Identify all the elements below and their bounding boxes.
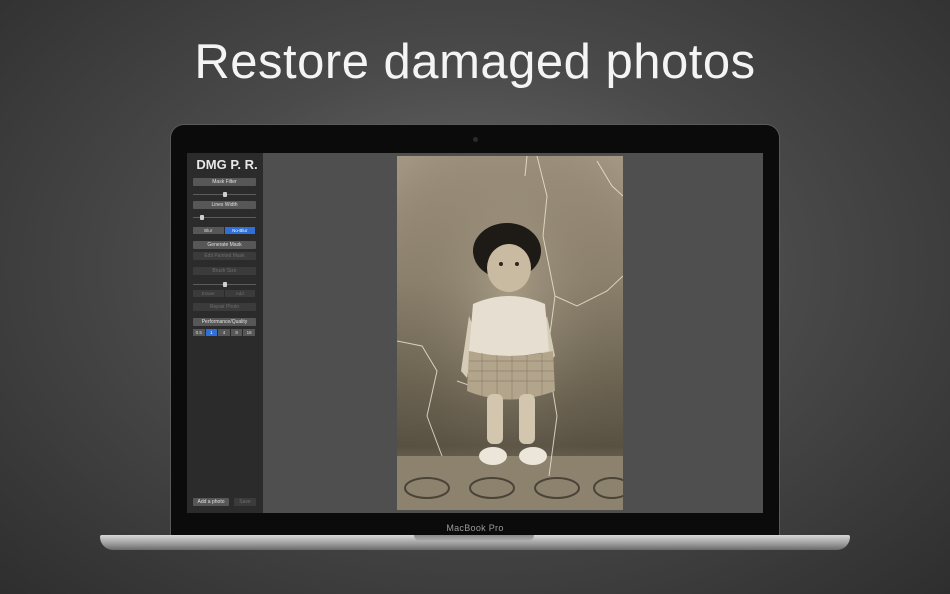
laptop-screen: DMG P. R. Mask Filter Lines Width Blur N…	[187, 153, 763, 513]
paint-mode-toggle[interactable]: Eraser Add	[193, 290, 256, 297]
generate-mask-button[interactable]: Generate Mask	[193, 241, 256, 249]
add-photo-button[interactable]: Add a photo	[193, 498, 229, 506]
child-portrait-illustration	[397, 156, 623, 510]
mask-filter-label: Mask Filter	[193, 178, 256, 186]
laptop-lid: DMG P. R. Mask Filter Lines Width Blur N…	[170, 124, 780, 538]
lines-width-slider-knob[interactable]	[200, 215, 204, 220]
headline: Restore damaged photos	[194, 35, 756, 89]
damaged-photo	[397, 156, 623, 510]
save-button[interactable]: Save	[234, 498, 256, 506]
image-canvas[interactable]	[263, 153, 763, 513]
blur-toggle[interactable]: Blur No-Blur	[193, 227, 256, 234]
add-option[interactable]: Add	[224, 290, 255, 297]
quality-option[interactable]: 1	[205, 329, 218, 336]
lid-notch	[414, 535, 534, 541]
eraser-option[interactable]: Eraser	[193, 290, 224, 297]
lines-width-slider[interactable]	[193, 215, 256, 220]
device-label: MacBook Pro	[446, 523, 504, 533]
edit-mask-button[interactable]: Edit Painted Mask	[193, 252, 256, 260]
no-blur-option[interactable]: No-Blur	[224, 227, 255, 234]
performance-quality-label: Performance/Quality	[193, 318, 256, 326]
brush-size-slider[interactable]	[193, 282, 256, 287]
camera-icon	[473, 137, 478, 142]
brush-size-label: Brush Size	[193, 267, 256, 275]
lines-width-label: Lines Width	[193, 201, 256, 209]
repair-photo-button[interactable]: Repair Photo	[193, 303, 256, 311]
mask-filter-slider-knob[interactable]	[223, 192, 227, 197]
blur-option[interactable]: Blur	[193, 227, 224, 234]
app-title: DMG P. R.	[196, 157, 258, 172]
quality-option[interactable]: 16	[243, 329, 255, 336]
quality-option[interactable]: 8	[230, 329, 243, 336]
quality-option[interactable]: 4	[218, 329, 230, 336]
quality-selector[interactable]: 0.5 1 4 8 16	[193, 329, 256, 336]
brush-size-slider-knob[interactable]	[223, 282, 227, 287]
quality-option[interactable]: 0.5	[193, 329, 205, 336]
mask-filter-slider[interactable]	[193, 192, 256, 197]
laptop-base	[100, 535, 850, 550]
sidebar: DMG P. R. Mask Filter Lines Width Blur N…	[187, 153, 263, 513]
